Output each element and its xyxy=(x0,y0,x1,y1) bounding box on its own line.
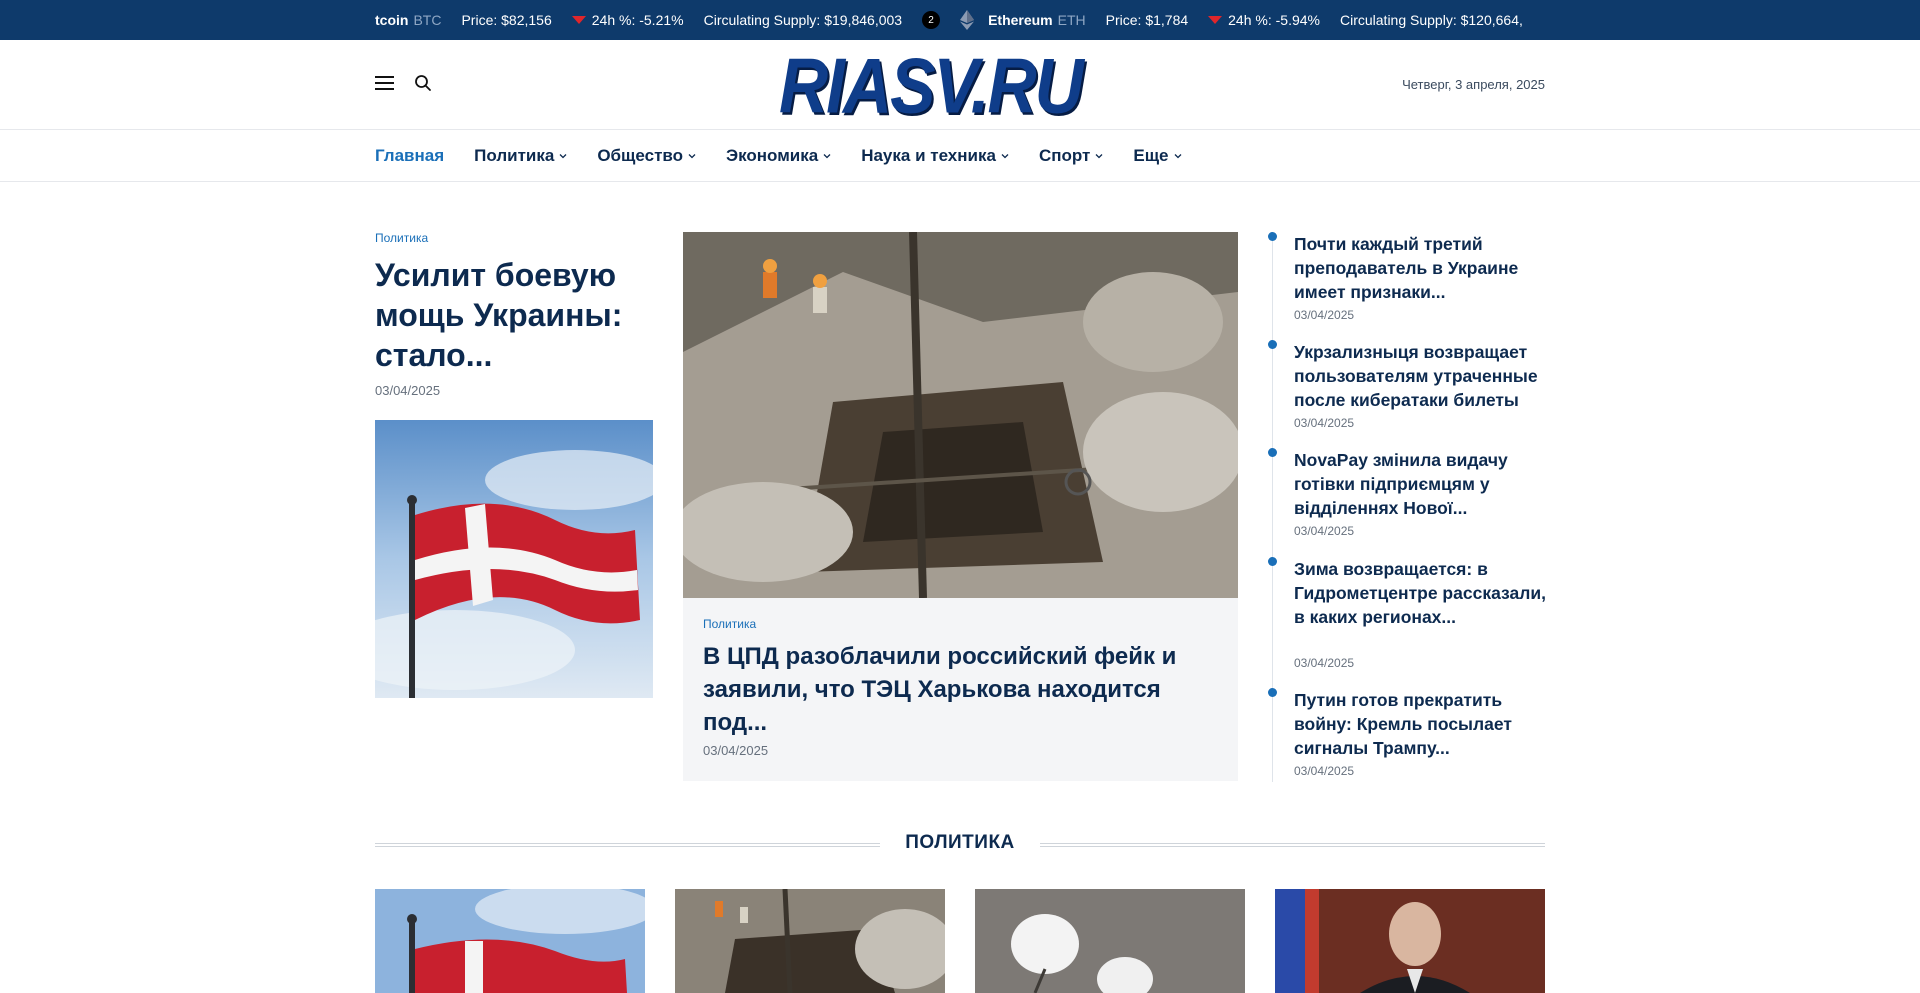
site-header: RIASV.RU Четверг, 3 апреля, 2025 xyxy=(0,40,1920,130)
article-thumbnail[interactable] xyxy=(375,889,645,993)
nav-label: Наука и техника xyxy=(861,146,996,165)
nav-item-society[interactable]: Общество xyxy=(597,146,696,166)
chevron-down-icon xyxy=(688,154,696,159)
danish-flag-image xyxy=(375,420,653,698)
nav-label: Спорт xyxy=(1038,146,1091,165)
chevron-down-icon xyxy=(823,154,831,159)
nav-item-economy[interactable]: Экономика xyxy=(726,146,831,166)
ticker-change: 24h %: -5.21% xyxy=(571,12,684,28)
ticker-coin-symbol: BTC xyxy=(413,12,442,28)
nav-label: Экономика xyxy=(726,146,819,165)
nav-label: Еще xyxy=(1133,146,1169,165)
nav-item-politics[interactable]: Политика xyxy=(474,146,567,166)
nav-item-sport[interactable]: Спорт xyxy=(1039,146,1103,166)
logo-text: RIASV.RU xyxy=(779,42,1084,130)
ticker-price-text: Price: $1,784 xyxy=(1105,12,1189,28)
ethereum-icon xyxy=(960,10,975,30)
ticker-badge: 2 xyxy=(922,11,941,29)
featured-article-image[interactable] xyxy=(683,232,1238,598)
chevron-down-icon xyxy=(1095,154,1103,159)
ticker-coin-symbol: ETH xyxy=(1057,12,1086,28)
news-date: 03/04/2025 xyxy=(1294,764,1355,778)
nav-item-more[interactable]: Еще xyxy=(1133,146,1181,166)
danish-flag-image xyxy=(375,889,645,993)
ticker-change-text: 24h %: -5.21% xyxy=(591,12,684,28)
main-nav: Главная Политика Общество Экономика Наук… xyxy=(0,130,1920,182)
featured-article-card[interactable]: Политика В ЦПД разоблачили российский фе… xyxy=(683,232,1238,781)
down-arrow-icon xyxy=(1208,16,1223,24)
article-date: 03/04/2025 xyxy=(703,743,769,758)
ticker-price: Price: $82,156 xyxy=(461,12,551,28)
destroyed-plant-image xyxy=(675,889,945,993)
ticker-item-btc[interactable]: tcoin BTC xyxy=(375,12,441,28)
ticker-price-text: Price: $82,156 xyxy=(461,12,552,28)
nav-list: Главная Политика Общество Экономика Наук… xyxy=(375,130,1212,182)
article-title-link[interactable]: Усилит боевую мощь Украины: стало... xyxy=(375,255,665,375)
news-title-link[interactable]: Почти каждый третий преподаватель в Укра… xyxy=(1294,232,1546,304)
ticker-coin-name: Ethereum xyxy=(988,12,1053,28)
chevron-down-icon xyxy=(1001,154,1009,159)
nav-item-home[interactable]: Главная xyxy=(375,146,444,166)
snowy-branches-image xyxy=(975,889,1245,993)
chevron-down-icon xyxy=(559,154,567,159)
section-heading-politics: ПОЛИТИКА xyxy=(375,832,1545,856)
down-arrow-icon xyxy=(571,16,586,24)
ticker-change: 24h %: -5.94% xyxy=(1208,12,1320,28)
ticker-item-eth[interactable]: Ethereum ETH xyxy=(988,12,1086,28)
section-title[interactable]: ПОЛИТИКА xyxy=(375,832,1545,854)
news-date: 03/04/2025 xyxy=(1294,416,1355,430)
article-category-link[interactable]: Политика xyxy=(703,617,756,631)
nav-item-science[interactable]: Наука и техника xyxy=(861,146,1009,166)
bullet-dot-icon xyxy=(1268,232,1277,241)
news-title-link[interactable]: Зима возвращается: в Гидрометцентре расс… xyxy=(1294,557,1546,629)
current-date: Четверг, 3 апреля, 2025 xyxy=(1402,77,1545,92)
bullet-dot-icon xyxy=(1268,340,1277,349)
hamburger-icon[interactable] xyxy=(375,76,394,90)
nav-label: Главная xyxy=(375,146,445,165)
article-thumbnail[interactable] xyxy=(675,889,945,993)
article-thumbnail[interactable] xyxy=(1275,889,1545,993)
search-icon[interactable] xyxy=(414,74,432,92)
bullet-dot-icon xyxy=(1268,688,1277,697)
article-image-flag[interactable] xyxy=(375,420,653,698)
article-category-link[interactable]: Политика xyxy=(375,231,428,245)
news-date: 03/04/2025 xyxy=(1294,524,1355,538)
ticker-supply-text: Circulating Supply: $19,846,003 xyxy=(703,12,903,28)
news-title-link[interactable]: Путин готов прекратить войну: Кремль пос… xyxy=(1294,688,1546,760)
destroyed-plant-image xyxy=(683,232,1238,598)
ticker-supply: Circulating Supply: $120,664, xyxy=(1340,12,1523,28)
ticker-coin-name: tcoin xyxy=(375,12,409,28)
site-logo[interactable]: RIASV.RU xyxy=(779,47,1084,125)
latest-news-list: Почти каждый третий преподаватель в Укра… xyxy=(1268,232,1546,782)
ticker-change-text: 24h %: -5.94% xyxy=(1228,12,1320,28)
news-date: 03/04/2025 xyxy=(1294,656,1355,670)
nav-label: Общество xyxy=(597,146,684,165)
article-thumbnail[interactable] xyxy=(975,889,1245,993)
news-date: 03/04/2025 xyxy=(1294,308,1355,322)
article-title-link[interactable]: В ЦПД разоблачили российский фейк и заяв… xyxy=(703,640,1213,739)
section-articles-row xyxy=(375,889,1545,993)
news-title-link[interactable]: Укрзализныця возвращает пользователям ут… xyxy=(1294,340,1546,412)
official-portrait-image xyxy=(1275,889,1545,993)
crypto-ticker: tcoin BTC Price: $82,156 24h %: -5.21% C… xyxy=(0,0,1920,40)
chevron-down-icon xyxy=(1174,154,1181,159)
ticker-track: tcoin BTC Price: $82,156 24h %: -5.21% C… xyxy=(375,0,1543,40)
ticker-supply-text: Circulating Supply: $120,664, xyxy=(1339,12,1523,28)
bullet-dot-icon xyxy=(1268,557,1277,566)
ticker-price: Price: $1,784 xyxy=(1106,12,1189,28)
article-date: 03/04/2025 xyxy=(375,383,441,398)
ticker-supply: Circulating Supply: $19,846,003 xyxy=(704,12,902,28)
bullet-dot-icon xyxy=(1268,448,1277,457)
nav-label: Политика xyxy=(474,146,555,165)
news-title-link[interactable]: NovaPay змінила видачу готівки підприємц… xyxy=(1294,448,1546,520)
